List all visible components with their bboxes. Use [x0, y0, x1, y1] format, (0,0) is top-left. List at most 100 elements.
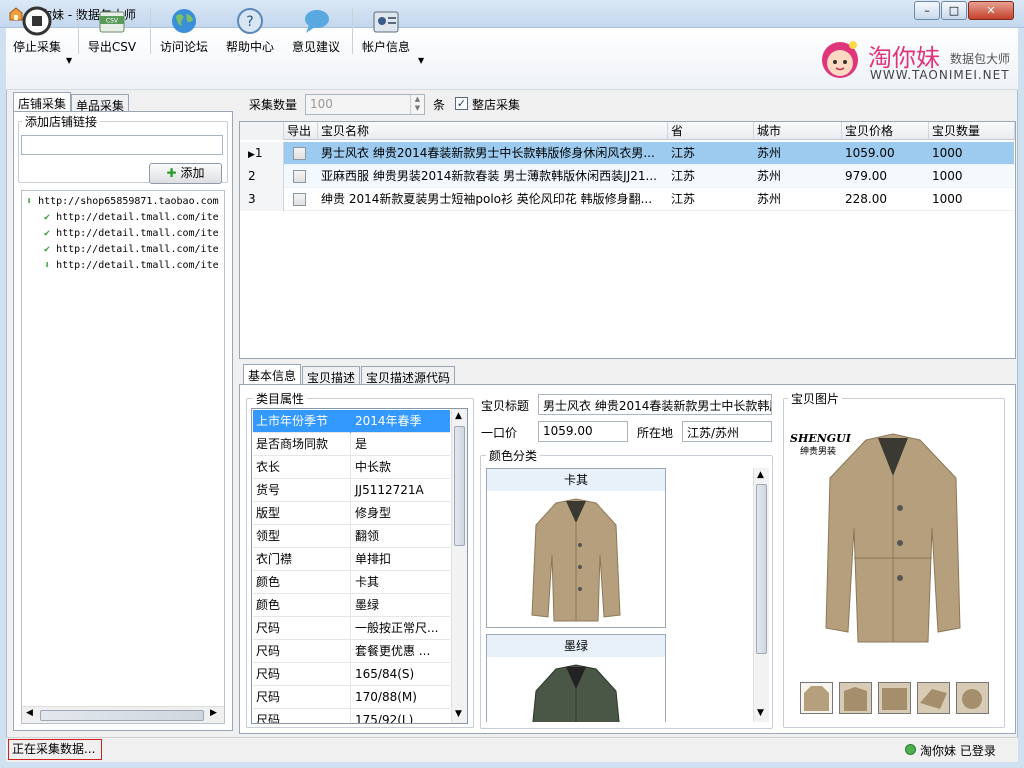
col-province[interactable]: 省 [668, 122, 754, 140]
tree-shop-node[interactable]: ⬇ http://shop65859871.taobao.com [26, 194, 219, 210]
row-header: 3 [240, 188, 284, 211]
shop-url-input[interactable] [21, 135, 223, 155]
cell-price: 228.00 [845, 192, 887, 206]
export-csv-button[interactable]: CSV 导出CSV [86, 2, 138, 60]
item-title-field[interactable]: 男士风衣 绅贵2014春装新款男士中长款韩版 [538, 394, 772, 415]
stop-dropdown-arrow-icon[interactable]: ▼ [66, 56, 72, 65]
feedback-button[interactable]: 意见建议 [290, 2, 342, 60]
prop-key: 货号 [253, 479, 351, 502]
prop-row[interactable]: 衣门襟 单排扣 [253, 548, 450, 571]
online-status-icon [905, 744, 916, 755]
col-name[interactable]: 宝贝名称 [318, 122, 668, 140]
images-group-label: 宝贝图片 [788, 390, 843, 407]
tab-basic-info[interactable]: 基本信息 [243, 364, 301, 385]
tab-item-description[interactable]: 宝贝描述 [302, 366, 360, 385]
whole-shop-checkbox[interactable]: ✓ [455, 97, 468, 110]
prop-row[interactable]: 颜色 墨绿 [253, 594, 450, 617]
table-row[interactable]: 2 亚麻西服 绅贵男装2014新款春装 男士薄款韩版休闲西装JJ21... 江苏… [240, 165, 1014, 188]
tab-shop-collect[interactable]: 店铺采集 [13, 92, 71, 113]
export-checkbox[interactable] [293, 193, 306, 206]
check-icon: ✔ [44, 244, 51, 255]
stop-collect-button[interactable]: 停止采集 [8, 2, 66, 60]
cell-name: 绅贵 2014新款夏装男士短袖polo衫 英伦风印花 韩版修身翻... [321, 192, 653, 206]
prop-row[interactable]: 是否商场同款是 [253, 433, 450, 456]
thumbnail-4[interactable] [917, 682, 950, 714]
help-center-button[interactable]: ? 帮助中心 [224, 2, 276, 60]
prop-value: 套餐更优惠 ... [355, 644, 431, 658]
color-name: 卡其 [487, 469, 665, 491]
prop-key: 领型 [253, 525, 351, 548]
prop-row[interactable]: 尺码 175/92(L) [253, 709, 450, 723]
prop-row[interactable]: 颜色 卡其 [253, 571, 450, 594]
table-row[interactable]: 3 绅贵 2014新款夏装男士短袖polo衫 英伦风印花 韩版修身翻... 江苏… [240, 188, 1014, 211]
location-field[interactable]: 江苏/苏州 [682, 421, 772, 442]
thumbnail-coat-image [804, 686, 829, 711]
prop-value: 165/84(S) [355, 667, 415, 681]
prop-row[interactable]: 货号 JJ5112721A [253, 479, 450, 502]
prop-row[interactable]: 衣长 中长款 [253, 456, 450, 479]
color-list[interactable]: 卡其 墨绿 ▲ ▼ [483, 464, 771, 722]
color-card-darkgreen[interactable]: 墨绿 [486, 634, 666, 722]
thumbnail-2[interactable] [839, 682, 872, 714]
tree-item-node[interactable]: ✔ http://detail.tmall.com/ite [44, 226, 219, 242]
prop-row[interactable]: 领型 翻领 [253, 525, 450, 548]
tab-description-source[interactable]: 宝贝描述源代码 [361, 366, 455, 385]
tree-hscrollbar[interactable]: ◀ ▶ [22, 706, 224, 723]
main-product-image [825, 433, 961, 643]
prop-row[interactable]: 尺码 一般按正常尺... [253, 617, 450, 640]
col-export[interactable]: 导出 [284, 122, 318, 140]
prop-value: 修身型 [355, 506, 392, 520]
visit-forum-button[interactable]: 访问论坛 [158, 2, 210, 60]
items-grid[interactable]: 导出 宝贝名称 省 城市 宝贝价格 宝贝数量 ▶1 男士风衣 绅贵2014春装新… [239, 121, 1016, 359]
collect-count-spinbox[interactable]: 100 [305, 94, 425, 115]
scroll-right-icon[interactable]: ▶ [210, 708, 217, 718]
collect-count-label: 采集数量 [249, 98, 298, 112]
col-price[interactable]: 宝贝价格 [842, 122, 929, 140]
export-checkbox[interactable] [293, 147, 306, 160]
minimize-button[interactable]: – [914, 1, 940, 20]
prop-row[interactable]: 上市年份季节 2014年春季 [253, 410, 450, 433]
thumbnail-5[interactable] [956, 682, 989, 714]
account-info-button[interactable]: 帐户信息 [360, 2, 412, 60]
color-vscrollbar[interactable]: ▲ ▼ [753, 468, 769, 722]
table-row[interactable]: ▶1 男士风衣 绅贵2014春装新款男士中长款韩版修身休闲风衣男... 江苏 苏… [240, 142, 1014, 165]
col-city[interactable]: 城市 [754, 122, 842, 140]
prop-value: 175/92(L) [355, 713, 414, 723]
account-dropdown-arrow-icon[interactable]: ▼ [418, 56, 424, 65]
prop-key: 颜色 [253, 594, 351, 617]
scroll-left-icon[interactable]: ◀ [26, 708, 33, 718]
tree-item-node[interactable]: ⬇ http://detail.tmall.com/ite [44, 258, 219, 274]
prop-row[interactable]: 版型 修身型 [253, 502, 450, 525]
tree-item-node[interactable]: ✔ http://detail.tmall.com/ite [44, 210, 219, 226]
close-button[interactable]: ✕ [968, 1, 1014, 20]
props-grid[interactable]: 上市年份季节 2014年春季 是否商场同款是衣长 中长款 货号 JJ5112721A 版型修… [251, 408, 468, 724]
grid-corner [240, 122, 284, 140]
scroll-down-icon[interactable]: ▼ [757, 708, 764, 718]
vscroll-thumb[interactable] [756, 484, 767, 654]
thumbnail-1[interactable] [800, 682, 833, 714]
hscroll-thumb[interactable] [40, 710, 204, 721]
darkgreen-coat-image [532, 664, 620, 722]
title-bar[interactable] [0, 0, 1024, 28]
scroll-up-icon[interactable]: ▲ [757, 470, 764, 480]
price-field[interactable]: 1059.00 [538, 421, 628, 442]
tree-item-node[interactable]: ✔ http://detail.tmall.com/ite [44, 242, 219, 258]
prop-row[interactable]: 尺码 套餐更优惠 ... [253, 640, 450, 663]
add-button[interactable]: ✚ 添加 [149, 163, 222, 184]
spin-arrows-icon[interactable]: ▲ ▼ [410, 95, 424, 114]
shop-tree[interactable]: ⬇ http://shop65859871.taobao.com ✔ http:… [21, 190, 225, 724]
prop-key: 衣长 [253, 456, 351, 479]
id-card-icon [373, 11, 399, 33]
thumbnail-3[interactable] [878, 682, 911, 714]
prop-row[interactable]: 尺码 170/88(M) [253, 686, 450, 709]
scroll-down-icon[interactable]: ▼ [455, 709, 462, 719]
prop-row[interactable]: 尺码 165/84(S) [253, 663, 450, 686]
export-checkbox[interactable] [293, 170, 306, 183]
prop-key: 尺码 [253, 640, 351, 663]
props-vscrollbar[interactable]: ▲ ▼ [451, 409, 467, 723]
vscroll-thumb[interactable] [454, 426, 465, 546]
color-card-khaki[interactable]: 卡其 [486, 468, 666, 628]
scroll-up-icon[interactable]: ▲ [455, 411, 462, 421]
col-qty[interactable]: 宝贝数量 [929, 122, 1015, 140]
maximize-button[interactable]: □ [941, 1, 967, 20]
